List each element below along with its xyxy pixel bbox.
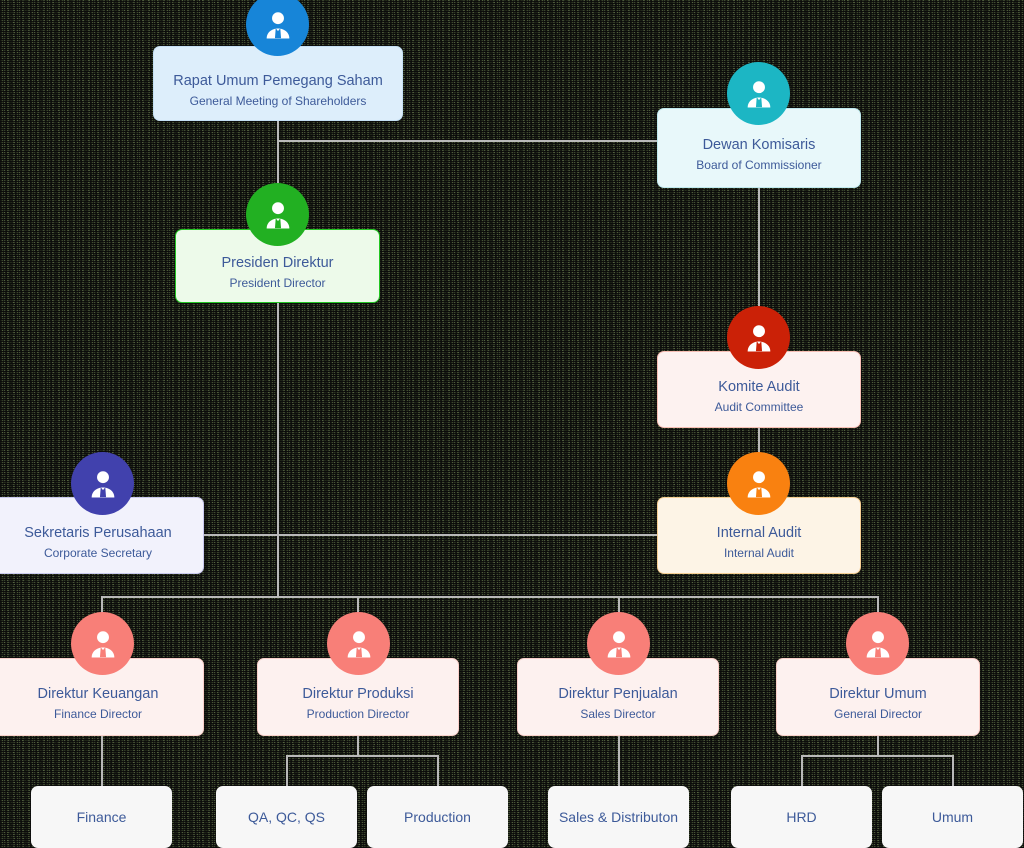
connector-finance-director-to-finance	[101, 736, 103, 786]
node-title: Rapat Umum Pemegang Saham	[173, 72, 383, 89]
node-title: Direktur Umum	[829, 686, 927, 702]
person-business-icon	[727, 452, 790, 515]
department-sales-distribution[interactable]: Sales & Distributon	[548, 786, 689, 848]
node-title: Komite Audit	[718, 378, 800, 395]
person-business-icon	[71, 452, 134, 515]
department-label: Umum	[931, 808, 974, 825]
node-subtitle: Board of Commissioner	[696, 158, 822, 172]
node-subtitle: Sales Director	[580, 707, 656, 721]
node-title: Direktur Produksi	[302, 686, 414, 702]
person-business-icon	[727, 306, 790, 369]
connector-split-to-hrd	[801, 755, 803, 786]
node-general-meeting-of-shareholders[interactable]: Rapat Umum Pemegang Saham General Meetin…	[153, 46, 403, 121]
department-label: QA, QC, QS	[247, 808, 325, 825]
department-umum[interactable]: Umum	[882, 786, 1023, 848]
connector-split-to-umum	[952, 755, 954, 786]
node-title: Internal Audit	[716, 524, 802, 541]
org-chart-canvas: Rapat Umum Pemegang Saham General Meetin…	[0, 0, 1024, 848]
connector-rups-to-commissioner	[277, 140, 659, 142]
person-business-icon	[327, 612, 390, 675]
connector-general-director-drop	[877, 736, 879, 756]
person-business-icon	[71, 612, 134, 675]
department-label: Finance	[76, 808, 127, 825]
node-subtitle: Finance Director	[53, 707, 143, 721]
department-production[interactable]: Production	[367, 786, 508, 848]
node-subtitle: President Director	[229, 276, 326, 290]
department-qa-qc-qs[interactable]: QA, QC, QS	[216, 786, 357, 848]
node-subtitle: General Meeting of Shareholders	[189, 93, 367, 108]
connector-split-to-production	[437, 755, 439, 786]
person-business-icon	[846, 612, 909, 675]
connector-general-split-bar	[801, 755, 953, 757]
connector-commissioner-to-audit-committee	[758, 188, 760, 310]
connector-president-trunk	[277, 303, 279, 598]
department-label: Production	[404, 808, 471, 825]
person-business-icon	[246, 183, 309, 246]
node-subtitle: Corporate Secretary	[43, 545, 153, 560]
connector-split-to-qa	[286, 755, 288, 786]
node-subtitle: Internal Audit	[723, 545, 795, 560]
connector-production-split-bar	[286, 755, 439, 757]
department-finance[interactable]: Finance	[31, 786, 172, 848]
department-hrd[interactable]: HRD	[731, 786, 872, 848]
node-title: Dewan Komisaris	[702, 137, 816, 153]
department-label: HRD	[786, 808, 817, 825]
node-subtitle: General Director	[833, 707, 923, 721]
node-subtitle: Audit Committee	[714, 399, 804, 414]
node-title: Direktur Keuangan	[37, 686, 159, 702]
connector-production-director-drop	[357, 736, 359, 756]
node-title: Direktur Penjualan	[558, 686, 678, 702]
connector-sales-director-to-sales	[618, 736, 620, 786]
node-title: Presiden Direktur	[221, 255, 334, 271]
person-business-icon	[587, 612, 650, 675]
person-business-icon	[727, 62, 790, 125]
department-label: Sales & Distributon	[558, 808, 679, 825]
connector-director-bus	[101, 596, 879, 598]
node-title: Sekretaris Perusahaan	[24, 524, 172, 541]
node-subtitle: Production Director	[306, 707, 410, 721]
